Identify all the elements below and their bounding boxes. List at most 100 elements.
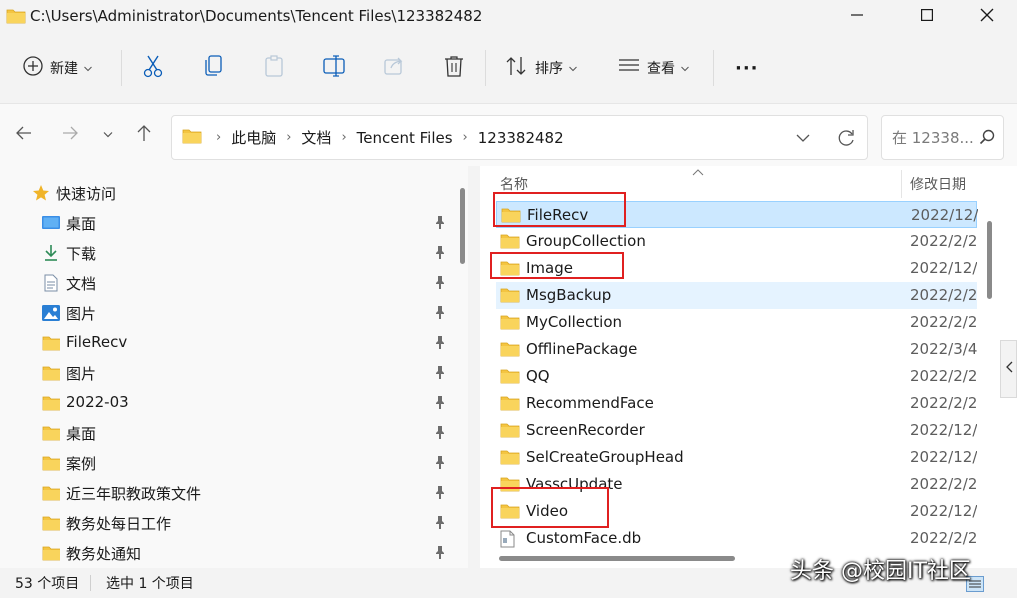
breadcrumb-documents[interactable]: 文档 [301,127,331,148]
sidebar-item-desktop[interactable]: 桌面 [0,210,460,236]
new-button[interactable]: 新建 [22,52,92,84]
breadcrumb-this-pc[interactable]: 此电脑 [231,127,276,148]
breadcrumb-current-folder[interactable]: 123382482 [478,129,564,147]
chevron-right-icon: › [341,130,347,145]
file-row-recommendface[interactable]: RecommendFace 2022/2/28 [496,390,977,417]
file-date: 2022/12/2 [910,502,977,520]
item-count: 53 个项目 [15,576,80,592]
file-date: 2022/2/28 [910,394,977,412]
up-button[interactable] [131,122,157,148]
sidebar-item-filerecv[interactable]: FileRecv [0,330,460,356]
file-date: 2022/2/28 [910,367,977,385]
delete-button[interactable] [443,52,465,84]
folder-icon [42,394,60,412]
sidebar-item-desktop-folder[interactable]: 桌面 [0,420,460,446]
divider [90,575,91,591]
sidebar-item-documents[interactable]: 文档 [0,270,460,296]
sidebar-scrollbar[interactable] [460,188,465,264]
sidebar-item-label: 案例 [66,455,97,473]
cut-button[interactable] [142,52,164,84]
folder-icon [42,334,60,352]
view-label: 查看 [647,61,675,77]
sidebar-item-label: 2022-03 [66,393,129,411]
share-button[interactable] [383,52,405,84]
paste-button[interactable] [263,52,285,84]
pin-icon [434,365,446,383]
sort-label: 排序 [535,61,563,77]
more-button[interactable]: ··· [735,52,759,84]
file-name: MyCollection [526,313,623,331]
folder-icon [500,287,520,307]
sidebar-item-quick-access[interactable]: 快速访问 [0,180,460,206]
sort-button[interactable]: 排序 [505,52,577,84]
file-row-mycollection[interactable]: MyCollection 2022/2/28 [496,309,977,336]
minimize-button[interactable] [834,0,880,34]
back-button[interactable] [11,122,37,148]
column-header-date-modified[interactable]: 修改日期 [910,174,966,194]
sidebar-item-notices[interactable]: 教务处通知 [0,540,460,566]
close-button[interactable] [964,0,1010,34]
up-icon [136,124,152,146]
plus-circle-icon [22,55,44,81]
sidebar-item-label: 图片 [66,305,97,323]
watermark: 头条 @校园IT社区 [790,559,971,584]
breadcrumb-tencent-files[interactable]: Tencent Files [357,129,453,147]
folder-icon [6,7,26,25]
chevron-down-icon [84,60,92,76]
sidebar-item-label: 近三年职教政策文件 [66,485,202,503]
navigation-bar: › 此电脑 › 文档 › Tencent Files › 123382482 在… [0,104,1017,166]
folder-icon [182,128,202,148]
file-row-selcreategrouphead[interactable]: SelCreateGroupHead 2022/12/2 [496,444,977,471]
file-date: 2022/2/28 [910,529,977,547]
rename-button[interactable] [322,52,346,84]
file-row-screenrecorder[interactable]: ScreenRecorder 2022/12/1 [496,417,977,444]
sidebar-item-daily-work[interactable]: 教务处每日工作 [0,510,460,536]
sidebar-item-label: 图片 [66,365,97,383]
file-row-offlinepackage[interactable]: OfflinePackage 2022/3/4 [496,336,977,363]
selection-count: 选中 1 个项目 [106,576,194,592]
file-row-qq[interactable]: QQ 2022/2/28 [496,363,977,390]
sidebar-item-downloads[interactable]: 下载 [0,240,460,266]
pin-icon [434,215,446,233]
details-pane-toggle[interactable] [1000,340,1017,398]
file-name: ScreenRecorder [526,421,645,439]
file-row-msgbackup[interactable]: MsgBackup 2022/2/28 [496,282,977,309]
view-button[interactable]: 查看 [617,52,689,84]
chevron-right-icon: › [286,130,292,145]
dropdown-icon[interactable] [796,131,810,147]
sidebar-item-label: 文档 [66,275,97,293]
document-icon [42,274,60,292]
vertical-scrollbar[interactable] [987,221,992,299]
address-bar[interactable]: › 此电脑 › 文档 › Tencent Files › 123382482 [171,115,868,160]
recent-locations-button[interactable] [95,122,121,148]
search-placeholder: 在 12338... [892,129,974,147]
close-icon [980,8,994,26]
sidebar-item-pictures-folder[interactable]: 图片 [0,360,460,386]
folder-icon [500,314,520,334]
chevron-right-icon: › [462,130,468,145]
column-divider[interactable] [901,170,902,198]
folder-icon [42,544,60,562]
forward-button[interactable] [57,122,83,148]
file-row-groupcollection[interactable]: GroupCollection 2022/2/28 [496,228,977,255]
file-date: 2022/2/28 [910,232,977,250]
refresh-icon[interactable] [836,128,856,152]
maximize-button[interactable] [904,0,950,34]
search-input[interactable]: 在 12338... [881,115,1004,160]
sidebar-item-policy-files[interactable]: 近三年职教政策文件 [0,480,460,506]
chevron-left-icon [1005,361,1013,377]
column-header-name[interactable]: 名称 [500,174,528,194]
folder-icon [500,233,520,253]
sidebar-item-pictures[interactable]: 图片 [0,300,460,326]
file-row-customface-db[interactable]: CustomFace.db 2022/2/28 [496,525,977,552]
file-name: MsgBackup [526,286,612,304]
file-name: CustomFace.db [526,529,642,547]
copy-button[interactable] [203,52,225,84]
sidebar-item-cases[interactable]: 案例 [0,450,460,476]
horizontal-scrollbar[interactable] [499,556,735,561]
copy-icon [203,54,225,82]
folder-icon [42,364,60,382]
sidebar-item-2022-03[interactable]: 2022-03 [0,390,460,416]
star-icon [32,184,50,202]
window-title: C:\Users\Administrator\Documents\Tencent… [30,7,483,25]
